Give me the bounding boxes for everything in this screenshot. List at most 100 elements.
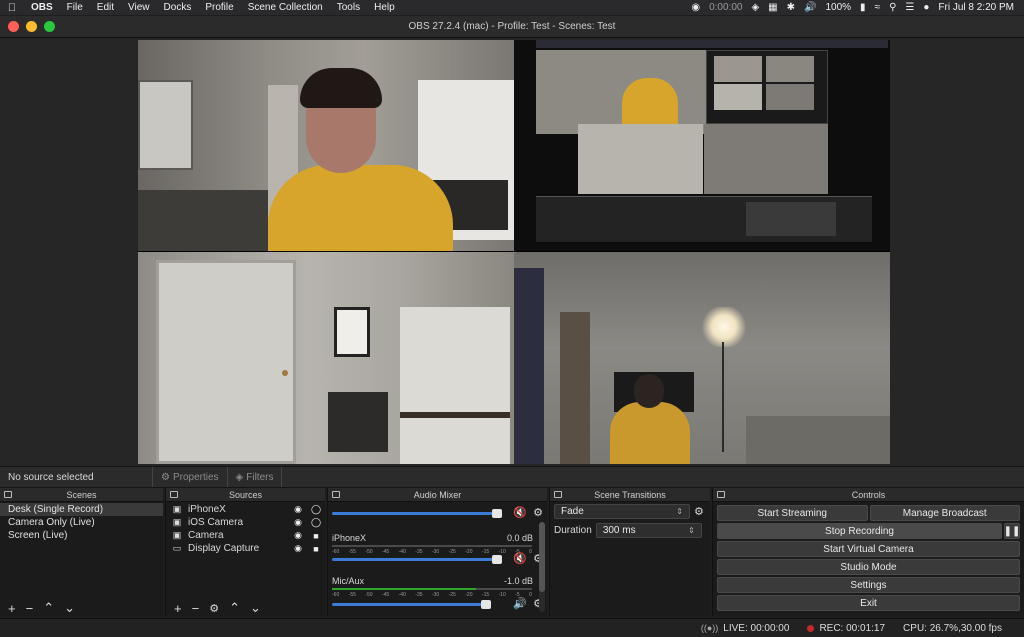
audio-meter bbox=[332, 588, 532, 590]
remove-scene-button[interactable]: − bbox=[26, 601, 34, 616]
battery-icon[interactable]: ▮ bbox=[860, 2, 866, 13]
siri-icon[interactable]: ● bbox=[923, 2, 929, 13]
source-item[interactable]: ▣ iPhoneX ◉ ◯ bbox=[166, 503, 325, 516]
source-item[interactable]: ▭ Display Capture ◉ ■ bbox=[166, 542, 325, 555]
add-scene-button[interactable]: + bbox=[8, 601, 16, 616]
slider-knob[interactable] bbox=[481, 600, 491, 609]
undock-icon[interactable] bbox=[554, 491, 562, 498]
move-down-icon[interactable]: ⌄ bbox=[250, 600, 261, 616]
mixer-dock-header: Audio Mixer bbox=[328, 488, 547, 502]
menu-docks[interactable]: Docks bbox=[157, 2, 199, 13]
mixer-scrollbar[interactable] bbox=[539, 522, 545, 612]
visibility-eye-icon[interactable]: ◉ bbox=[289, 504, 307, 515]
nested-camera bbox=[536, 50, 706, 134]
menu-scene-collection[interactable]: Scene Collection bbox=[241, 2, 330, 13]
pause-recording-button[interactable]: ❚❚ bbox=[1004, 523, 1020, 539]
zoom-window-button[interactable] bbox=[44, 21, 55, 32]
move-down-icon[interactable]: ⌄ bbox=[64, 600, 75, 616]
lock-icon[interactable]: ■ bbox=[307, 544, 325, 554]
layers-icon[interactable]: ◈ bbox=[751, 2, 759, 13]
muted-speaker-icon[interactable]: 🔇 bbox=[513, 552, 527, 565]
minimize-window-button[interactable] bbox=[26, 21, 37, 32]
filters-button[interactable]: ◈ Filters bbox=[226, 467, 283, 487]
duration-stepper[interactable]: 300 ms ⇕ bbox=[595, 523, 702, 538]
grid-icon[interactable]: ▦ bbox=[768, 2, 777, 13]
bluetooth-icon[interactable]: ✱ bbox=[787, 2, 795, 13]
slider-knob[interactable] bbox=[492, 555, 502, 564]
control-center-icon[interactable]: ☰ bbox=[905, 2, 914, 13]
gear-icon[interactable]: ⚙ bbox=[533, 506, 543, 519]
broadcast-icon: ((●)) bbox=[700, 623, 719, 633]
apple-icon[interactable]:  bbox=[0, 2, 24, 14]
camera-icon: ▣ bbox=[172, 504, 182, 514]
scene-item[interactable]: Camera Only (Live) bbox=[0, 516, 163, 529]
transitions-title: Scene Transitions bbox=[594, 489, 666, 500]
wifi-icon[interactable]: ≈ bbox=[875, 2, 881, 13]
meter-ticks: -60 -55 -50 -45 -40 -35 -30 -25 -20 -15 -10 -5 0 bbox=[332, 549, 532, 555]
nested-controls bbox=[746, 202, 836, 236]
obs-tray-icon[interactable]: ◉ bbox=[691, 2, 700, 13]
program-preview[interactable] bbox=[138, 40, 890, 464]
desk-top-shape bbox=[400, 412, 510, 418]
add-source-button[interactable]: + bbox=[174, 601, 182, 616]
lock-icon[interactable]: ■ bbox=[307, 531, 325, 541]
source-name: iOS Camera bbox=[188, 517, 244, 528]
undock-icon[interactable] bbox=[170, 491, 178, 498]
volume-slider[interactable] bbox=[332, 509, 502, 518]
meter-fill bbox=[332, 588, 476, 590]
volume-slider[interactable] bbox=[332, 600, 491, 609]
battery-text: 100% bbox=[825, 2, 852, 13]
menu-tools[interactable]: Tools bbox=[330, 2, 367, 13]
menu-edit[interactable]: Edit bbox=[90, 2, 121, 13]
properties-button[interactable]: ⚙ Properties bbox=[152, 467, 227, 487]
record-dot-icon bbox=[807, 624, 815, 632]
source-toolbar: No source selected ⚙ Properties ◈ Filter… bbox=[0, 466, 1024, 488]
unlock-icon[interactable]: ◯ bbox=[307, 517, 325, 528]
gear-icon[interactable]: ⚙ bbox=[694, 505, 704, 518]
visibility-eye-icon[interactable]: ◉ bbox=[289, 543, 307, 554]
menu-help[interactable]: Help bbox=[367, 2, 402, 13]
source-item[interactable]: ▣ Camera ◉ ■ bbox=[166, 529, 325, 542]
transition-select[interactable]: Fade ⇕ bbox=[554, 504, 690, 519]
stepper-arrows-icon[interactable]: ⇕ bbox=[688, 526, 695, 535]
remove-source-button[interactable]: − bbox=[192, 601, 200, 616]
move-up-icon[interactable]: ⌃ bbox=[43, 600, 54, 616]
menu-view[interactable]: View bbox=[121, 2, 157, 13]
source-settings-gear-icon[interactable]: ⚙ bbox=[209, 602, 219, 615]
undock-icon[interactable] bbox=[332, 491, 340, 498]
slider-knob[interactable] bbox=[492, 509, 502, 518]
framed-picture bbox=[334, 307, 370, 357]
volume-icon[interactable]: 🔊 bbox=[804, 2, 816, 13]
move-up-icon[interactable]: ⌃ bbox=[229, 600, 240, 616]
start-streaming-button[interactable]: Start Streaming bbox=[717, 505, 868, 521]
close-window-button[interactable] bbox=[8, 21, 19, 32]
source-item[interactable]: ▣ iOS Camera ◉ ◯ bbox=[166, 516, 325, 529]
undock-icon[interactable] bbox=[4, 491, 12, 498]
chevron-updown-icon: ⇕ bbox=[676, 507, 683, 516]
exit-button[interactable]: Exit bbox=[717, 595, 1020, 611]
meter-tick-label: -15 bbox=[481, 549, 490, 555]
manage-broadcast-button[interactable]: Manage Broadcast bbox=[869, 505, 1020, 521]
undock-icon[interactable] bbox=[717, 491, 725, 498]
settings-button[interactable]: Settings bbox=[717, 577, 1020, 593]
volume-slider[interactable] bbox=[332, 555, 502, 564]
unlock-icon[interactable]: ◯ bbox=[307, 504, 325, 515]
menu-profile[interactable]: Profile bbox=[198, 2, 240, 13]
muted-speaker-icon[interactable]: 🔇 bbox=[513, 506, 527, 519]
sources-title: Sources bbox=[228, 489, 263, 500]
window-titlebar: OBS 27.2.4 (mac) - Profile: Test - Scene… bbox=[0, 16, 1024, 38]
scene-item[interactable]: Screen (Live) bbox=[0, 529, 163, 542]
sources-dock-header: Sources bbox=[166, 488, 325, 502]
start-virtual-camera-button[interactable]: Start Virtual Camera bbox=[717, 541, 1020, 557]
scene-item[interactable]: Desk (Single Record) bbox=[0, 503, 163, 516]
visibility-eye-icon[interactable]: ◉ bbox=[289, 530, 307, 541]
visibility-eye-icon[interactable]: ◉ bbox=[289, 517, 307, 528]
menu-app[interactable]: OBS bbox=[24, 2, 60, 13]
menu-file[interactable]: File bbox=[60, 2, 90, 13]
speaker-icon[interactable]: 🔊 bbox=[513, 597, 527, 610]
search-icon[interactable]: ⚲ bbox=[889, 2, 896, 13]
nested-person bbox=[622, 78, 678, 124]
scrollbar-thumb[interactable] bbox=[539, 522, 545, 592]
stop-recording-button[interactable]: Stop Recording bbox=[717, 523, 1002, 539]
studio-mode-button[interactable]: Studio Mode bbox=[717, 559, 1020, 575]
